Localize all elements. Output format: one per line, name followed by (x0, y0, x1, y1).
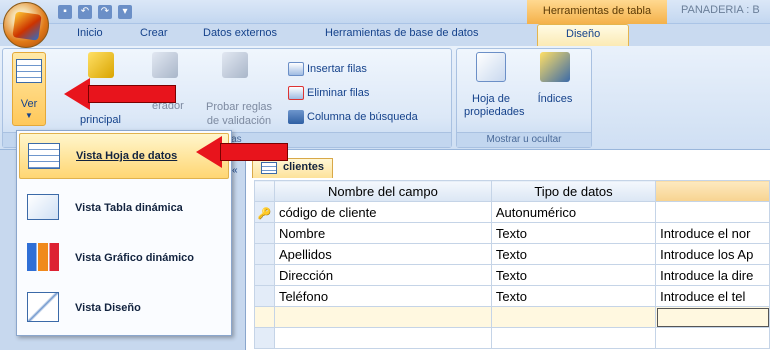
save-icon[interactable]: ▪ (58, 5, 72, 19)
test-validation-button (200, 52, 270, 82)
chevron-down-icon: ▼ (25, 111, 33, 120)
empty-row[interactable] (254, 327, 770, 349)
lookup-column-button[interactable]: Columna de búsqueda (288, 110, 418, 124)
tab-diseno[interactable]: Diseño (537, 24, 630, 47)
arrow-to-view-button-icon (64, 78, 176, 110)
redo-icon[interactable]: ↷ (98, 5, 112, 19)
indexes-button[interactable]: Índices (530, 52, 580, 105)
table-row[interactable]: Dirección Texto Introduce la dire (254, 264, 770, 286)
tab-inicio[interactable]: Inicio (77, 27, 103, 39)
column-header-field-name[interactable]: Nombre del campo (273, 180, 492, 202)
pivot-chart-icon (27, 243, 59, 271)
quick-access-toolbar: ▪ ↶ ↷ ▾ (58, 3, 132, 21)
description-cell[interactable]: Introduce el tel (655, 285, 770, 307)
primary-key-label: principal (80, 114, 121, 126)
pivot-table-icon (27, 194, 59, 220)
row-selector[interactable] (254, 243, 275, 265)
office-button[interactable] (3, 2, 49, 48)
datasheet-icon (16, 59, 42, 83)
data-type-cell[interactable]: Texto (490, 264, 657, 286)
group-label-mostrar: Mostrar u ocultar (457, 132, 591, 147)
tab-datos-externos[interactable]: Datos externos (203, 27, 277, 39)
column-header-description[interactable] (655, 180, 770, 202)
office-logo-icon (12, 11, 42, 41)
description-cell[interactable]: Introduce los Ap (655, 243, 770, 265)
column-header-data-type[interactable]: Tipo de datos (490, 180, 657, 202)
row-selector[interactable] (254, 285, 275, 307)
design-view-icon (27, 292, 59, 322)
row-selector[interactable] (254, 264, 275, 286)
table-row[interactable]: Teléfono Texto Introduce el tel (254, 285, 770, 307)
table-row[interactable]: Nombre Texto Introduce el nor (254, 222, 770, 244)
insert-rows-button[interactable]: Insertar filas (288, 62, 367, 76)
data-type-cell[interactable]: Texto (490, 243, 657, 265)
customize-qat-icon[interactable]: ▾ (118, 5, 132, 19)
lookup-column-icon (288, 110, 304, 124)
description-cell[interactable] (655, 306, 770, 328)
delete-rows-icon (288, 86, 304, 100)
view-button-label: Ver (20, 98, 38, 110)
property-sheet-button[interactable]: Hoja de propiedades (464, 52, 525, 118)
table-row[interactable]: 🔑 código de cliente Autonumérico (254, 201, 770, 223)
field-name-cell[interactable]: Nombre (273, 222, 492, 244)
description-cell[interactable]: Introduce el nor (655, 222, 770, 244)
indexes-icon (540, 52, 570, 82)
row-selector[interactable] (254, 222, 275, 244)
row-selector-header[interactable] (254, 180, 275, 202)
test-validation-label: Probar reglas de validación (206, 101, 273, 127)
validation-icon (222, 52, 248, 78)
description-cell[interactable] (655, 201, 770, 223)
builder-wand-icon (152, 52, 178, 78)
arrow-to-datasheet-view-icon (196, 136, 288, 168)
delete-rows-button[interactable]: Eliminar filas (288, 86, 369, 100)
new-row[interactable] (254, 306, 770, 328)
undo-icon[interactable]: ↶ (78, 5, 92, 19)
design-grid: Nombre del campo Tipo de datos 🔑 código … (254, 180, 770, 349)
field-name-cell[interactable]: código de cliente (273, 201, 492, 223)
menu-item-pivot-table-view[interactable]: Vista Tabla dinámica (19, 185, 229, 231)
row-selector[interactable] (254, 306, 275, 328)
description-cell[interactable]: Introduce la dire (655, 264, 770, 286)
tab-herramientas-base-datos[interactable]: Herramientas de base de datos (325, 27, 478, 39)
data-type-cell[interactable] (490, 306, 657, 328)
field-name-cell[interactable]: Apellidos (273, 243, 492, 265)
window-title: PANADERIA : B (681, 4, 760, 16)
key-icon (88, 52, 114, 78)
data-type-cell[interactable]: Autonumérico (490, 201, 657, 223)
field-name-cell[interactable]: Dirección (273, 264, 492, 286)
title-bar: ▪ ↶ ↷ ▾ Herramientas de tabla PANADERIA … (0, 0, 770, 24)
insert-rows-icon (288, 62, 304, 76)
grid-header-row: Nombre del campo Tipo de datos (254, 180, 770, 202)
primary-key-marker-icon[interactable]: 🔑 (254, 201, 275, 223)
ribbon-tabs: Inicio Crear Datos externos Herramientas… (0, 24, 770, 70)
tab-crear[interactable]: Crear (140, 27, 168, 39)
context-tab-title: Herramientas de tabla (527, 0, 667, 24)
data-type-cell[interactable]: Texto (490, 285, 657, 307)
property-sheet-icon (476, 52, 506, 82)
datasheet-view-icon (28, 143, 60, 169)
data-type-cell[interactable]: Texto (490, 222, 657, 244)
field-name-cell[interactable]: Teléfono (273, 285, 492, 307)
field-name-cell[interactable] (273, 306, 492, 328)
menu-item-design-view[interactable]: Vista Diseño (19, 285, 229, 331)
table-row[interactable]: Apellidos Texto Introduce los Ap (254, 243, 770, 265)
view-button[interactable]: Ver ▼ (12, 52, 46, 126)
menu-item-pivot-chart-view[interactable]: Vista Gráfico dinámico (19, 235, 229, 281)
